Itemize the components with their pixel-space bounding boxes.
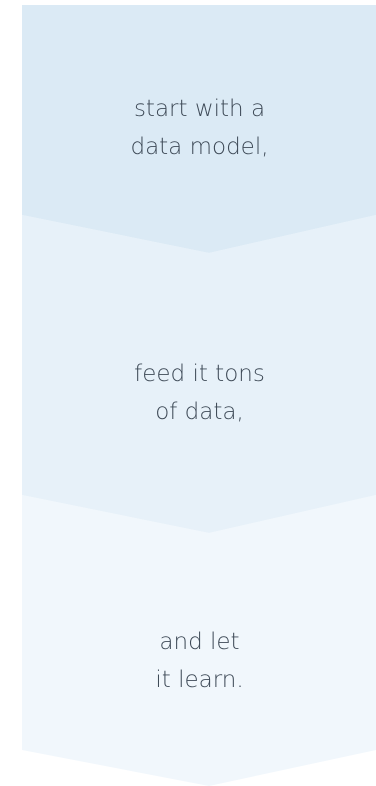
step-1-text: start with a data model, bbox=[22, 90, 376, 166]
step-1-line-1: start with a bbox=[133, 96, 266, 122]
process-flow: start with a data model, feed it tons of… bbox=[0, 0, 376, 786]
step-3-text: and let it learn. bbox=[22, 623, 376, 699]
step-3-line-2: it learn. bbox=[155, 667, 244, 693]
step-2-text: feed it tons of data, bbox=[22, 355, 376, 431]
step-2-line-1: feed it tons bbox=[134, 361, 265, 387]
step-2-line-2: of data, bbox=[155, 399, 244, 425]
step-3-line-1: and let bbox=[159, 629, 240, 655]
step-1-line-2: data model, bbox=[130, 134, 269, 160]
